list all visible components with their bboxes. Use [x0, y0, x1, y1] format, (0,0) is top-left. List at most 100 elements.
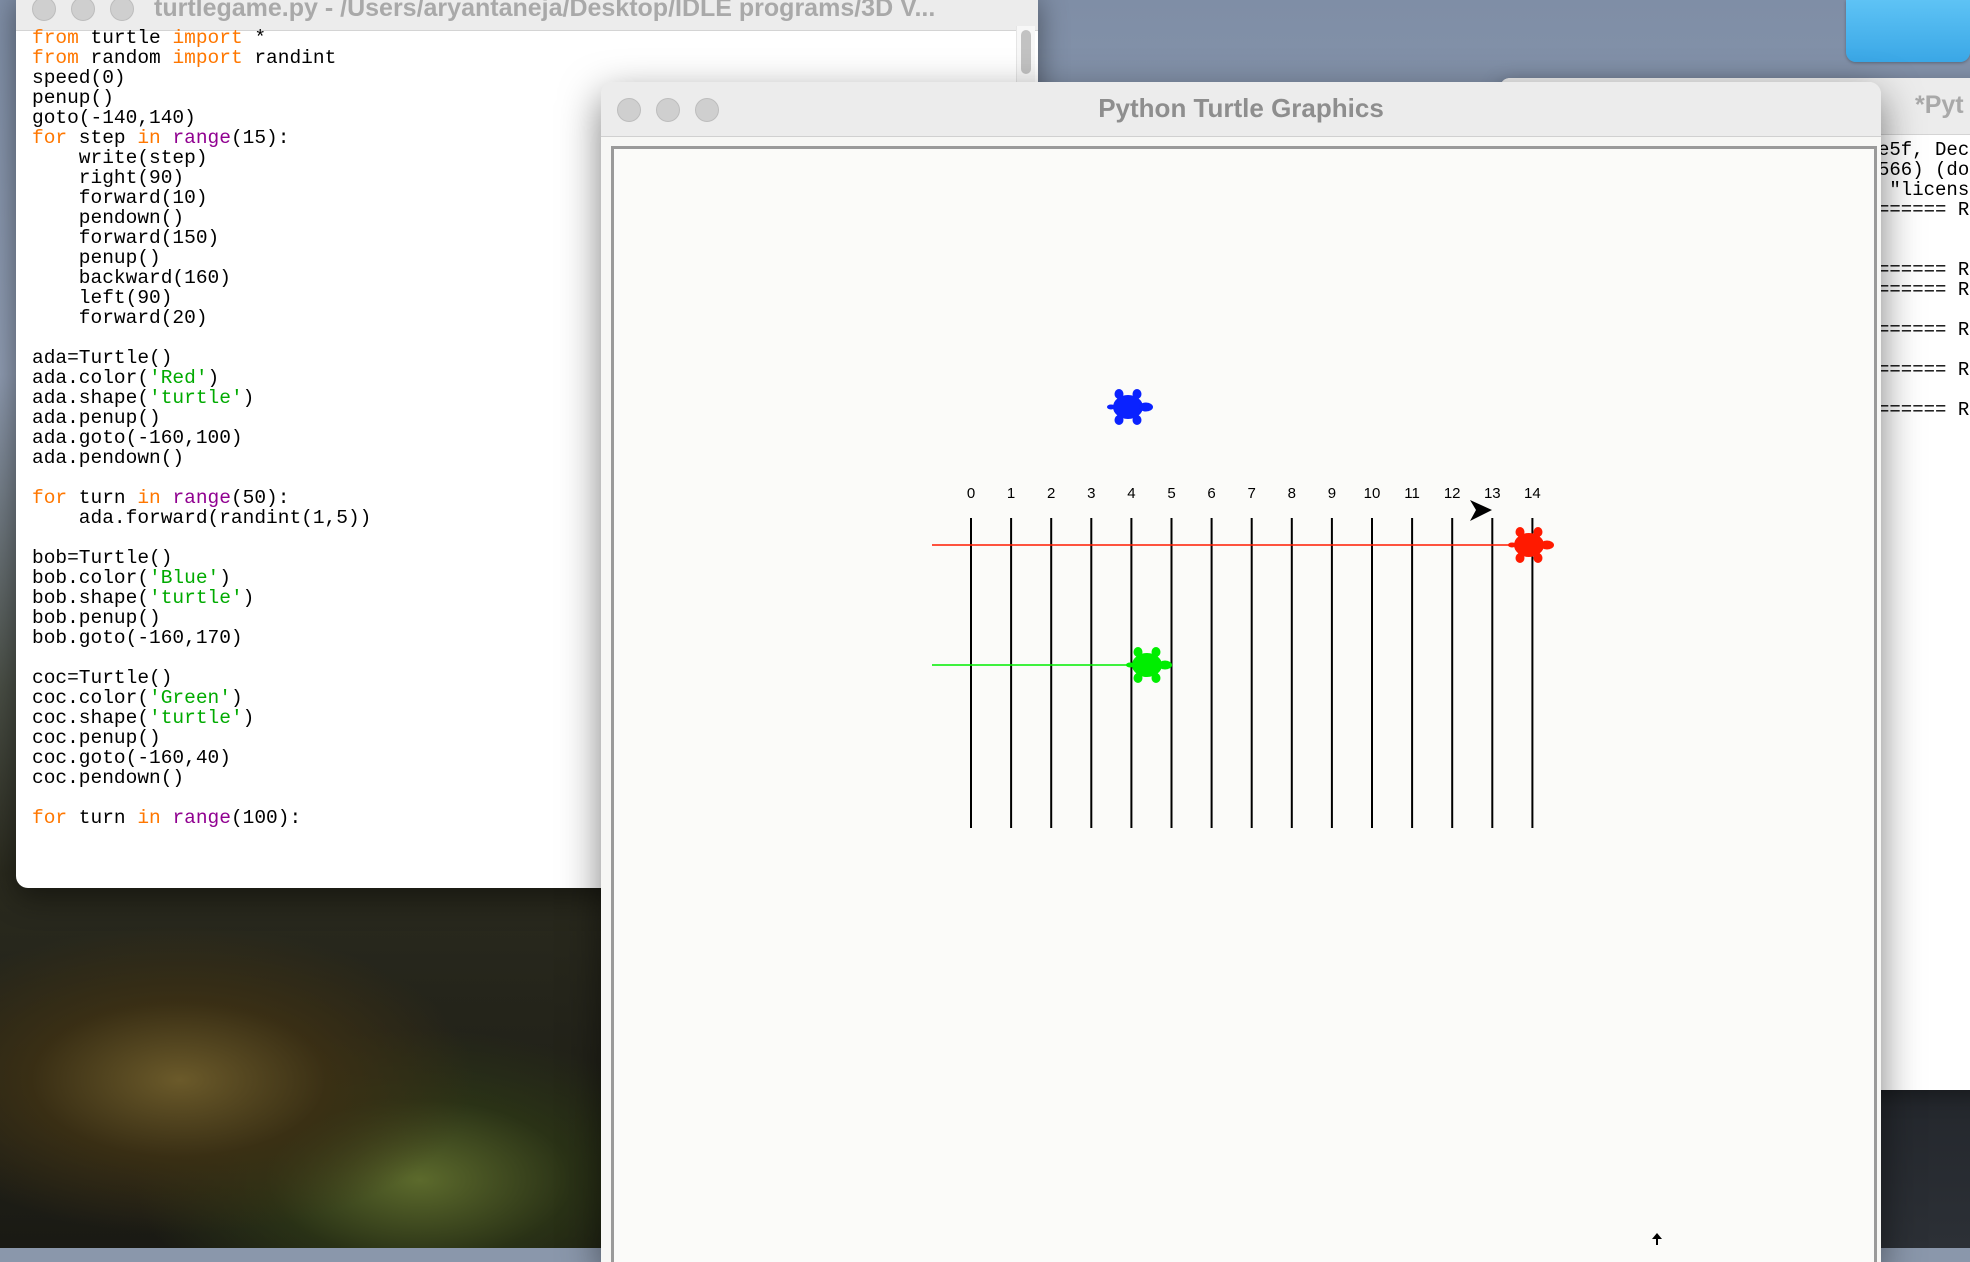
code-text: ada.penup() [32, 407, 161, 429]
code-keyword: for [32, 807, 68, 829]
code-string: 'turtle' [149, 587, 243, 609]
code-text: right(90) [32, 167, 185, 189]
code-text: ) [242, 387, 255, 409]
shell-line: ====== R [1878, 199, 1970, 221]
code-line: from turtle import * [32, 28, 992, 48]
code-keyword: from [32, 27, 79, 49]
code-text: ada.shape( [32, 387, 150, 409]
shell-line: ====== R [1878, 359, 1970, 381]
turtle-window-title: Python Turtle Graphics [1098, 93, 1384, 123]
code-text: ada.color( [32, 367, 150, 389]
shell-title: *Pyt [1915, 91, 1964, 119]
mouse-cursor-icon [1652, 1233, 1662, 1245]
code-text: coc=Turtle() [32, 667, 173, 689]
code-text: turn [67, 807, 138, 829]
code-builtin: range [172, 807, 231, 829]
code-text: ada.goto(-160,100) [32, 427, 243, 449]
close-button[interactable] [32, 0, 56, 21]
step-label: 8 [1288, 485, 1296, 502]
shell-line [1878, 300, 1969, 320]
code-text: randint [242, 47, 337, 69]
code-text: ) [242, 707, 255, 729]
code-text: coc.pendown() [32, 767, 185, 789]
code-text: penup() [32, 247, 161, 269]
shell-line: "licens [1878, 179, 1970, 201]
code-text: bob.penup() [32, 607, 161, 629]
shell-line [1878, 220, 1969, 240]
coc-turtle-icon [1126, 647, 1172, 683]
code-string: 'turtle' [149, 707, 243, 729]
code-text: forward(150) [32, 227, 220, 249]
zoom-button[interactable] [110, 0, 134, 21]
step-label: 11 [1404, 485, 1420, 502]
code-text: forward(20) [32, 307, 208, 329]
code-text: penup() [32, 87, 114, 109]
code-text: ada.pendown() [32, 447, 185, 469]
shell-line [1878, 380, 1969, 400]
code-keyword: for [32, 487, 68, 509]
shell-line [1878, 240, 1969, 260]
code-text: step [67, 127, 138, 149]
code-line: from random import randint [32, 48, 992, 68]
code-text: turtle [78, 27, 173, 49]
turtle-titlebar[interactable]: Python Turtle Graphics [601, 82, 1881, 137]
ada-turtle-icon [1508, 527, 1554, 563]
code-text: (100): [230, 807, 302, 829]
step-label: 4 [1127, 485, 1135, 502]
step-label: 0 [967, 485, 975, 502]
shell-line: ====== R [1878, 399, 1970, 421]
editor-scrollbar-thumb[interactable] [1021, 30, 1031, 74]
code-keyword: in [137, 487, 161, 509]
code-builtin: range [172, 127, 231, 149]
folder-icon[interactable] [1846, 0, 1970, 62]
shell-output-text[interactable]: e5f, Dec 566) (do "licens ====== R ====== R… [1878, 140, 1969, 420]
shell-line: ====== R [1878, 279, 1970, 301]
step-label: 7 [1248, 485, 1256, 502]
code-string: 'turtle' [149, 387, 243, 409]
step-label: 13 [1484, 485, 1501, 502]
shell-line: e5f, Dec [1878, 139, 1970, 161]
turtle-arrow-cursor [1470, 500, 1492, 521]
code-text: ) [230, 687, 243, 709]
step-label: 1 [1007, 485, 1015, 502]
code-text: ada=Turtle() [32, 347, 173, 369]
code-text: ) [219, 567, 231, 589]
step-label: 2 [1047, 485, 1055, 502]
minimize-button[interactable] [71, 0, 95, 21]
code-text: * [242, 27, 267, 49]
code-text: coc.penup() [32, 727, 161, 749]
bob-turtle-icon [1107, 389, 1153, 425]
code-text: random [78, 47, 173, 69]
code-text: coc.goto(-160,40) [32, 747, 231, 769]
code-keyword: in [137, 807, 161, 829]
step-label: 5 [1167, 485, 1175, 502]
code-text: bob.goto(-160,170) [32, 627, 243, 649]
code-text: bob.color( [32, 567, 150, 589]
code-text: (50): [230, 487, 290, 509]
code-text: speed(0) [32, 67, 126, 89]
shell-line: ====== R [1878, 259, 1970, 281]
code-string: 'Green' [149, 687, 231, 709]
code-text: goto(-140,140) [32, 107, 196, 129]
code-text: write(step) [32, 147, 208, 169]
turtle-canvas[interactable]: 0 1 2 3 4 5 6 7 8 9 10 11 12 13 14 [614, 149, 1874, 1262]
code-text: forward(10) [32, 187, 208, 209]
code-text: turn [67, 487, 138, 509]
code-text: left(90) [32, 287, 173, 309]
code-text: bob.shape( [32, 587, 150, 609]
code-text: ) [242, 587, 255, 609]
code-keyword: from [32, 47, 79, 69]
code-text: bob=Turtle() [32, 547, 173, 569]
turtle-graphics-window: Python Turtle Graphics 0 1 2 3 4 5 6 7 8 9 10 11 12 1… [601, 82, 1881, 1262]
code-string: 'Red' [149, 367, 208, 389]
step-label: 12 [1444, 485, 1461, 502]
code-string: 'Blue' [149, 567, 220, 589]
code-text: backward(160) [32, 267, 231, 289]
step-label: 9 [1328, 485, 1336, 502]
code-text: pendown() [32, 207, 185, 229]
shell-line: ====== R [1878, 319, 1970, 341]
step-label: 6 [1207, 485, 1215, 502]
code-builtin: range [172, 487, 231, 509]
shell-line [1878, 340, 1969, 360]
